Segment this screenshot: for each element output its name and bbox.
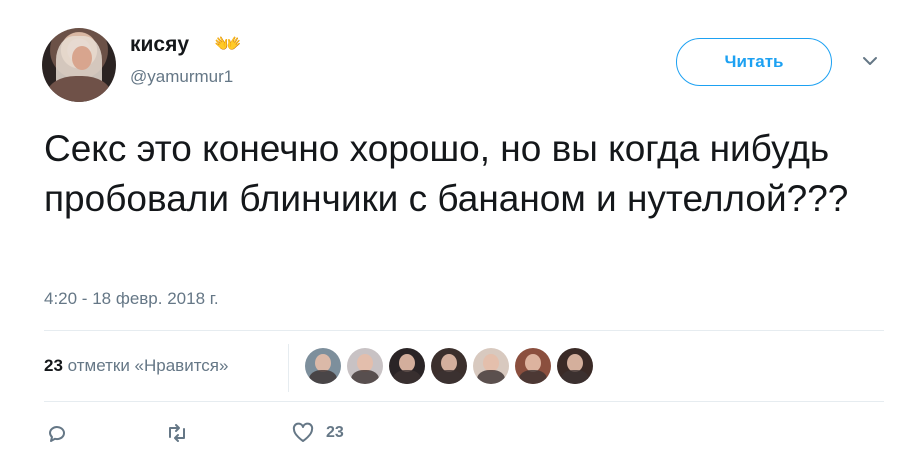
liker-avatar[interactable] <box>473 348 509 384</box>
follow-button[interactable]: Читать <box>676 38 832 86</box>
retweet-icon <box>169 424 185 442</box>
likes-count: 23 <box>44 356 63 375</box>
likes-label: отметки «Нравится» <box>67 356 229 375</box>
avatar-coat <box>47 76 111 102</box>
liker-avatar[interactable] <box>557 348 593 384</box>
reply-icon <box>49 426 65 442</box>
tweet-actions: 23 <box>44 420 344 446</box>
like-button[interactable]: 23 <box>290 420 344 446</box>
likers-avatars <box>305 348 593 384</box>
liker-avatar[interactable] <box>515 348 551 384</box>
liker-avatar[interactable] <box>389 348 425 384</box>
liker-avatar[interactable] <box>431 348 467 384</box>
liker-avatar[interactable] <box>305 348 341 384</box>
like-count: 23 <box>326 424 344 441</box>
tweet-text: Секс это конечно хорошо, но вы когда ниб… <box>44 128 849 219</box>
heart-icon <box>292 422 314 442</box>
divider-bottom <box>44 401 884 402</box>
likes-separator <box>288 344 289 392</box>
user-avatar[interactable] <box>42 28 116 102</box>
open-hands-emoji-icon: 👐 <box>214 31 241 56</box>
reply-button[interactable] <box>44 420 70 446</box>
likes-summary[interactable]: 23 отметки «Нравится» <box>44 356 228 376</box>
avatar-face <box>72 46 92 70</box>
display-name[interactable]: кисяу <box>130 33 189 57</box>
chevron-down-icon[interactable] <box>861 52 879 70</box>
liker-avatar[interactable] <box>347 348 383 384</box>
user-handle[interactable]: @yamurmur1 <box>130 67 233 87</box>
tweet-timestamp[interactable]: 4:20 - 18 февр. 2018 г. <box>44 289 219 309</box>
divider-top <box>44 330 884 331</box>
retweet-button[interactable] <box>164 420 190 446</box>
